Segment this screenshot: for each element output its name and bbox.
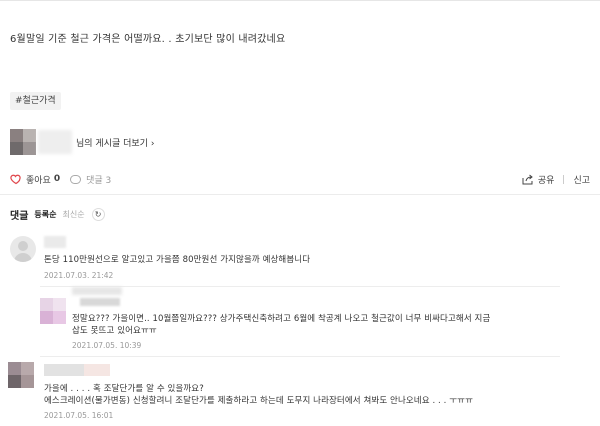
reply-name-blur-top: [72, 287, 122, 295]
post-actions-bar: 좋아요 0 댓글 3 공유 신고: [10, 172, 590, 186]
commenter-name-blurred: [44, 364, 110, 376]
sort-by-registration[interactable]: 등록순: [34, 209, 56, 220]
commenter-avatar[interactable]: [8, 362, 34, 388]
comment-date: 2021.07.05. 16:01: [44, 411, 114, 420]
post-body-text: 6월말일 기준 철근 가격은 어떨까요. . 초기보단 많이 내려갔네요: [10, 34, 286, 45]
like-label: 좋아요: [26, 175, 51, 186]
comment-text-line1: 가을에 . . . . 혹 조달단가를 알 수 있을까요?: [44, 384, 204, 394]
commenter-avatar[interactable]: [10, 236, 36, 262]
share-icon: [522, 174, 533, 184]
comment-count-button[interactable]: 댓글 3: [70, 173, 111, 186]
comment-text: 톤당 110만원선으로 알고있고 가을쯤 80만원선 가지않을까 예상해봅니다: [44, 255, 311, 265]
comment-divider: [40, 356, 560, 357]
sort-by-latest[interactable]: 최신순: [63, 209, 85, 220]
share-label: 공유: [537, 175, 555, 186]
comment-header: 댓글 등록순 최신순 ↻: [10, 207, 105, 222]
refresh-icon[interactable]: ↻: [91, 207, 105, 221]
report-button[interactable]: 신고: [573, 173, 590, 186]
author-avatar[interactable]: [10, 129, 36, 155]
author-name-blurred: [38, 130, 72, 154]
heart-icon: [10, 174, 21, 185]
hashtag-chip[interactable]: #철근가격: [10, 92, 61, 110]
reply-text-line1: 정말요??? 가을이면.. 10월쯤일까요??? 상가주택신축하려고 6월에 착…: [72, 314, 491, 324]
section-divider: [0, 194, 600, 195]
reply-date: 2021.07.05. 10:39: [72, 341, 142, 350]
action-separator: [563, 174, 565, 184]
comment-section-title: 댓글: [10, 210, 29, 222]
reply-avatar[interactable]: [40, 298, 66, 324]
commenter-name-blurred: [44, 236, 66, 248]
comment-count-label: 댓글 3: [86, 175, 112, 186]
reply-text-line2: 삽도 못뜨고 있어요ㅠㅠ: [72, 326, 157, 336]
like-count: 0: [53, 174, 61, 184]
comment-date: 2021.07.03. 21:42: [44, 271, 114, 280]
like-button[interactable]: 좋아요 0: [10, 173, 60, 186]
share-button[interactable]: 공유: [522, 173, 555, 186]
comment-text-line2: 에스크레이션(물가변동) 신청할려니 조달단가를 제출하라고 하는데 도무지 나…: [44, 396, 474, 406]
reply-name-blurred: [80, 298, 120, 306]
top-divider: [0, 0, 600, 1]
author-more-label: 님의 게시글 더보기 ›: [76, 138, 155, 149]
comment-bubble-icon: [70, 174, 82, 184]
author-more-link[interactable]: 님의 게시글 더보기 ›: [10, 129, 154, 155]
